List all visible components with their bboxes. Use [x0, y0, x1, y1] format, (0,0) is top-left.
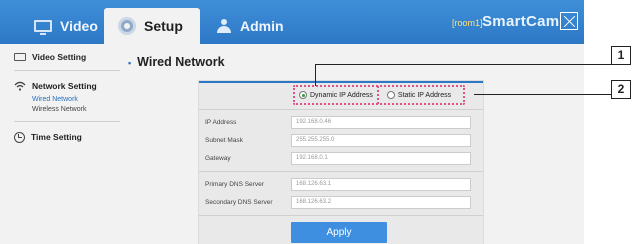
secondary-dns-input[interactable]: 168.126.63.2 [291, 195, 471, 209]
tab-label: Video [60, 18, 98, 34]
field-label: Gateway [205, 154, 231, 162]
clock-icon [14, 131, 25, 143]
person-icon [216, 19, 232, 33]
field-label: Secondary DNS Server [205, 198, 273, 206]
sidebar-subitem-wired-network[interactable]: Wired Network [14, 95, 120, 105]
sidebar-subitem-wireless-network[interactable]: Wireless Network [14, 105, 120, 115]
sidebar-item-label: Network Setting [32, 81, 97, 91]
tab-admin[interactable]: Admin [202, 8, 290, 44]
ip-mode-radio-group: Dynamic IP Address Static IP Address [293, 85, 465, 105]
ip-address-input[interactable]: 192.168.0.46 [291, 115, 471, 129]
field-label: IP Address [205, 118, 237, 126]
gateway-row: Gateway 192.168.0.1 [205, 150, 481, 166]
gear-icon [118, 17, 136, 35]
settings-panel: Dynamic IP Address Static IP Address IP … [198, 80, 484, 244]
field-label: Subnet Mask [205, 136, 243, 144]
gateway-input[interactable]: 192.168.0.1 [291, 151, 471, 165]
bullet-icon: • [128, 57, 132, 68]
monitor-icon [14, 53, 26, 61]
page-title-text: Wired Network [137, 55, 225, 69]
sidebar-item-label: Time Setting [31, 132, 82, 142]
callout-2: 2 [611, 80, 631, 99]
dynamic-ip-radio[interactable]: Dynamic IP Address [295, 91, 373, 99]
radio-unselected-icon [386, 91, 395, 99]
callout-leader-line [315, 64, 611, 65]
page-title: • Wired Network [128, 55, 225, 69]
divider [199, 171, 483, 172]
device-label: [room1] [452, 18, 483, 28]
static-ip-radio[interactable]: Static IP Address [383, 91, 451, 99]
tab-label: Admin [240, 18, 284, 34]
wifi-icon [14, 81, 26, 91]
highlight-divider [376, 86, 379, 104]
monitor-icon [34, 20, 52, 35]
header-bar: Video Setup Admin [room1] SmartCam [0, 0, 584, 44]
primary-dns-input[interactable]: 168.126.63.1 [291, 177, 471, 191]
sidebar-item-video-setting[interactable]: Video Setting [14, 48, 120, 66]
tab-setup[interactable]: Setup [104, 8, 200, 44]
panel-accent-line [199, 81, 483, 83]
sidebar: Video Setting Network Setting Wired Netw… [14, 48, 120, 146]
divider [14, 121, 120, 122]
apply-button[interactable]: Apply [291, 222, 387, 243]
primary-dns-row: Primary DNS Server 168.126.63.1 [205, 176, 481, 192]
divider [199, 215, 483, 216]
ip-address-row: IP Address 192.168.0.46 [205, 114, 481, 130]
sidebar-item-label: Video Setting [32, 52, 87, 62]
callout-leader-line [474, 94, 611, 95]
close-icon[interactable] [560, 12, 578, 30]
brand-logo: SmartCam [482, 13, 560, 30]
sidebar-item-time-setting[interactable]: Time Setting [14, 128, 120, 146]
app-window: Video Setup Admin [room1] SmartCam Video… [0, 0, 584, 244]
callout-1: 1 [611, 46, 631, 65]
field-label: Primary DNS Server [205, 180, 264, 188]
sidebar-item-network-setting[interactable]: Network Setting [14, 77, 120, 95]
callout-leader-line [315, 64, 316, 86]
tab-video[interactable]: Video [14, 8, 106, 44]
divider [199, 109, 483, 110]
divider [14, 70, 120, 71]
subnet-mask-input[interactable]: 255.255.255.0 [291, 133, 471, 147]
radio-label: Static IP Address [397, 91, 452, 99]
subnet-mask-row: Subnet Mask 255.255.255.0 [205, 132, 481, 148]
tab-label: Setup [144, 18, 183, 34]
radio-label: Dynamic IP Address [310, 91, 373, 99]
radio-selected-icon [299, 91, 307, 99]
secondary-dns-row: Secondary DNS Server 168.126.63.2 [205, 194, 481, 210]
